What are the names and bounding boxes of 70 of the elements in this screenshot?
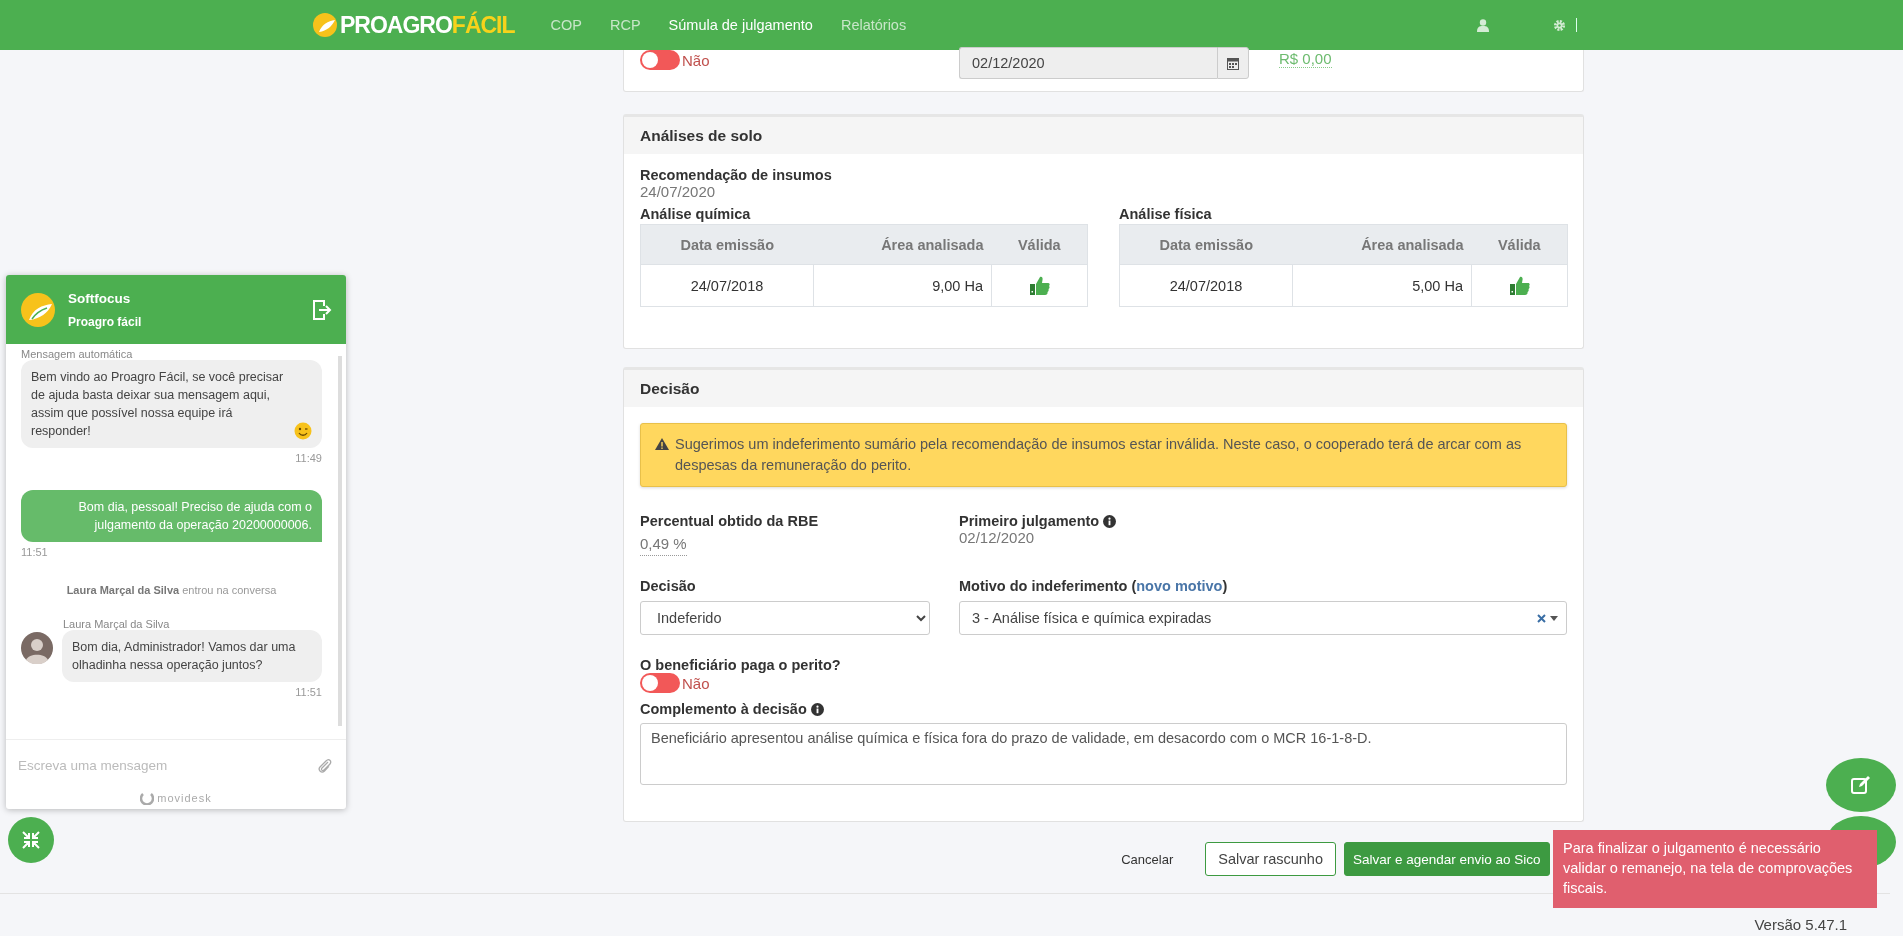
- logo-icon: [312, 12, 338, 38]
- minimize-button[interactable]: [8, 817, 54, 863]
- exit-icon[interactable]: [312, 298, 332, 321]
- user-icon[interactable]: [1477, 18, 1489, 32]
- column-header: Válida: [1471, 224, 1568, 265]
- column-header: Área analisada: [1292, 224, 1472, 265]
- field-label: Recomendação de insumos: [640, 167, 833, 183]
- message-text: Bem vindo ao Proagro Fácil, se você precisar de ajuda basta deixar sua mensagem aqui, assim que possível nossa equipe irá responder!: [31, 369, 285, 440]
- column-header: Válida: [991, 224, 1088, 265]
- message-time: 11:51: [21, 546, 49, 558]
- save-button[interactable]: Salvar e agendar envio ao Sico: [1344, 842, 1550, 876]
- warning-icon: [655, 438, 669, 450]
- field-value: 24/07/2020: [640, 183, 717, 200]
- info-icon: [1103, 514, 1117, 528]
- table-cell: 9,00 Ha: [813, 264, 992, 307]
- card-title: Análises de solo: [624, 117, 1583, 154]
- swirl-icon: [140, 791, 155, 805]
- field-value: 02/12/2020: [959, 529, 1036, 546]
- paperclip-icon[interactable]: [318, 757, 332, 774]
- reason-select[interactable]: 3 - Análise física e química expiradas: [959, 601, 1567, 635]
- new-reason-link[interactable]: novo motivo: [1136, 578, 1223, 594]
- settings-icon[interactable]: [1553, 18, 1566, 32]
- field-label: Primeiro julgamento: [959, 513, 1100, 529]
- draft-button[interactable]: Salvar rascunho: [1205, 842, 1336, 876]
- error-tooltip: Para finalizar o julgamento é necessário validar o remanejo, na tela de comprovações fiscais.: [1553, 830, 1877, 908]
- clear-icon[interactable]: [1537, 613, 1546, 623]
- cancel-link[interactable]: Cancelar: [1109, 842, 1186, 876]
- toggle-switch[interactable]: [640, 50, 680, 70]
- toggle-label: Não: [682, 51, 710, 69]
- decision-select[interactable]: Indeferido: [640, 601, 930, 635]
- info-icon: [810, 702, 824, 716]
- calendar-icon: [1227, 56, 1239, 70]
- sender-name: Laura Marçal da Silva: [63, 618, 171, 630]
- message-time: 11:49: [294, 452, 322, 464]
- logo-icon: [20, 291, 56, 328]
- table-cell: 24/07/2018: [640, 264, 814, 307]
- field-label: Decisão: [640, 578, 697, 594]
- column-header: Data emissão: [1119, 224, 1293, 265]
- column-header: Data emissão: [640, 224, 814, 265]
- field-label: O beneficiário paga o perito?: [640, 657, 842, 673]
- message-time: 11:51: [294, 686, 322, 698]
- field-label: Complemento à decisão: [640, 701, 807, 717]
- toggle-label: Não: [682, 674, 710, 692]
- version-text: Versão 5.47.1: [1754, 916, 1847, 933]
- table-cell: 24/07/2018: [1119, 264, 1293, 307]
- table-title: Análise física: [1119, 206, 1213, 222]
- field-value: 0,49 %: [640, 535, 687, 556]
- calendar-button[interactable]: [1217, 47, 1249, 79]
- complement-field[interactable]: Beneficiário apresentou análise química e física fora do prazo de validade, em desacordo com o MCR 16-1-8-D.: [640, 723, 1567, 785]
- caret-icon: [1550, 615, 1558, 621]
- event-text: Laura Marçal da Silva entrou na conversa: [65, 584, 278, 596]
- chat-subtitle: Proagro fácil: [68, 314, 143, 329]
- amount-value: R$ 0,00: [1279, 50, 1332, 68]
- powered-by-text: movidesk: [157, 792, 212, 804]
- sender-name: Mensagem automática: [21, 348, 134, 360]
- alert-text: Sugerimos um indeferimento sumário pela recomendação de insumos estar inválida. Neste caso, o cooperado terá de arcar com as despesas da remuneração do perito.: [675, 435, 1523, 475]
- column-header: Área analisada: [813, 224, 992, 265]
- message-text: Bom dia, Administrador! Vamos dar uma olhadinha nessa operação juntos?: [72, 639, 297, 674]
- brand-name: PROAGROFÁCIL: [340, 11, 515, 39]
- card-title: Decisão: [624, 370, 1583, 407]
- field-label: Percentual obtido da RBE: [640, 513, 820, 529]
- table-cell: 5,00 Ha: [1292, 264, 1472, 307]
- edit-icon: [1851, 775, 1871, 795]
- toggle-switch[interactable]: [640, 673, 680, 693]
- date-field[interactable]: 02/12/2020: [959, 47, 1217, 79]
- message-text: Bom dia, pessoal! Preciso de ajuda com o julgamento da operação 20200000006.: [77, 499, 312, 534]
- chat-title: Softfocus: [68, 290, 132, 306]
- field-label: Motivo do indeferimento (novo motivo): [959, 578, 1229, 594]
- collapse-icon: [21, 830, 41, 850]
- table-title: Análise química: [640, 206, 752, 222]
